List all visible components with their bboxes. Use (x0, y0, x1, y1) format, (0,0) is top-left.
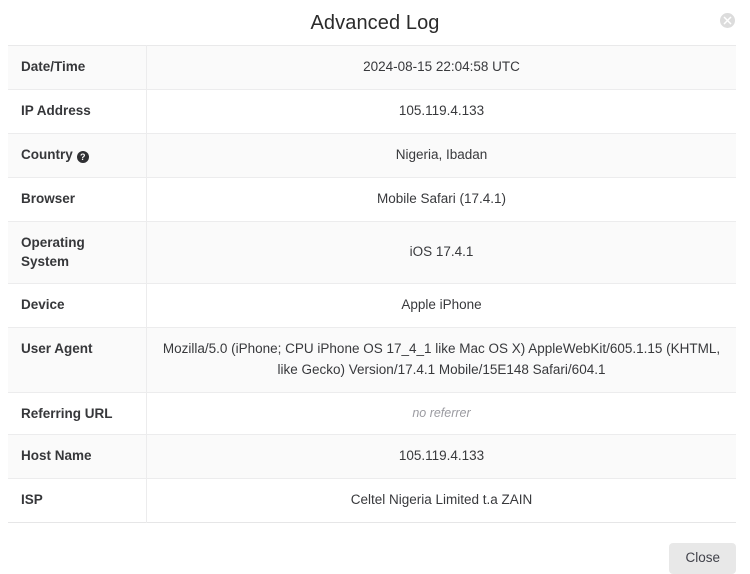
table-row: User Agent Mozilla/5.0 (iPhone; CPU iPhon… (8, 327, 736, 393)
row-label-text: Browser (21, 190, 76, 206)
table-row: Host Name 105.119.4.133 (8, 434, 736, 479)
row-label-text: Country (21, 146, 73, 162)
row-label: IP Address (8, 89, 147, 134)
close-button[interactable]: Close (669, 542, 736, 574)
table-row: Device Apple iPhone (8, 283, 736, 328)
row-label-text: User Agent (21, 340, 93, 356)
row-value: Celtel Nigeria Limited t.a ZAIN (350, 492, 533, 508)
close-icon[interactable] (720, 13, 735, 28)
row-value: Mozilla/5.0 (iPhone; CPU iPhone OS 17_4_… (162, 340, 721, 377)
table-row: Date/Time 2024-08-15 22:04:58 UTC (8, 45, 736, 90)
row-value: 105.119.4.133 (398, 102, 485, 118)
table-row: IP Address 105.119.4.133 (8, 89, 736, 134)
row-label-text: Device (21, 296, 65, 312)
row-label-text: Host Name (21, 448, 92, 464)
row-label-text: Referring URL (21, 405, 113, 421)
table-row: Referring URL no referrer (8, 392, 736, 435)
table-row: ISP Celtel Nigeria Limited t.a ZAIN (8, 478, 736, 523)
row-value: 2024-08-15 22:04:58 UTC (363, 59, 520, 74)
help-icon[interactable]: ? (76, 151, 89, 164)
row-label: Date/Time (8, 45, 147, 90)
row-label-text: IP Address (21, 102, 91, 118)
row-label: ISP (8, 478, 147, 523)
modal-footer: Close (0, 522, 750, 574)
page-title: Advanced Log (310, 11, 440, 34)
row-label: Operating System (8, 221, 147, 284)
row-label: Browser (8, 177, 147, 222)
row-label-text: Date/Time (21, 59, 86, 74)
row-label: Referring URL (8, 392, 147, 435)
table-row: Country? Nigeria, Ibadan (8, 133, 736, 178)
advanced-log-table: Date/Time 2024-08-15 22:04:58 UTC IP Addre… (8, 45, 736, 523)
row-value: Nigeria, Ibadan (395, 146, 488, 162)
row-label: Host Name (8, 434, 147, 479)
row-value: Mobile Safari (17.4.1) (376, 190, 507, 206)
row-value: 105.119.4.133 (398, 448, 485, 464)
row-value: no referrer (412, 405, 471, 420)
table-row: Operating System iOS 17.4.1 (8, 221, 736, 284)
log-table-wrapper: Date/Time 2024-08-15 22:04:58 UTC IP Addre… (0, 45, 750, 523)
advanced-log-modal: Advanced Log Date/Time 2024-08-15 22:04:5… (0, 0, 750, 574)
row-value: Apple iPhone (401, 296, 482, 312)
table-row: Browser Mobile Safari (17.4.1) (8, 177, 736, 222)
row-label: Country? (8, 133, 147, 178)
row-label-text: Operating System (21, 234, 85, 270)
modal-header: Advanced Log (0, 0, 750, 45)
row-label: Device (8, 283, 147, 328)
row-label: User Agent (8, 327, 147, 393)
row-value: iOS 17.4.1 (409, 243, 474, 259)
